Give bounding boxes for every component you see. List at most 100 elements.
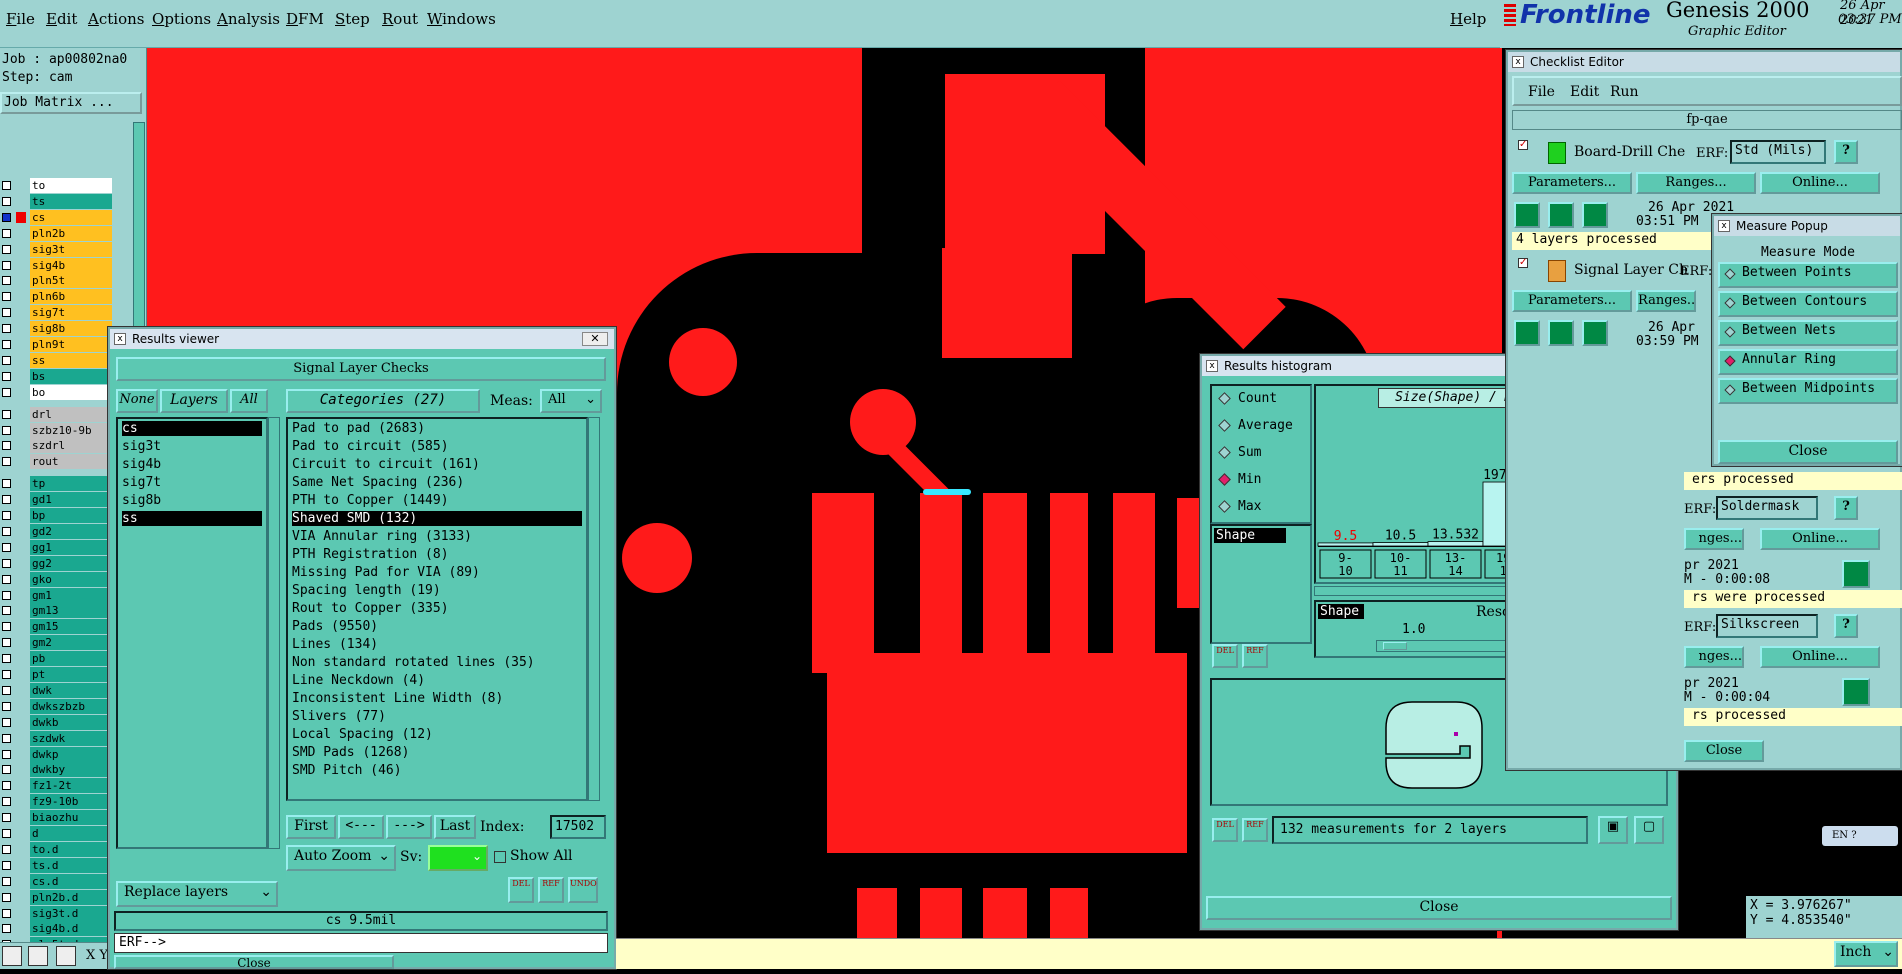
del-button[interactable]: DEL bbox=[1212, 644, 1238, 668]
replace-layers-dropdown[interactable]: Replace layers ⌄ bbox=[116, 881, 278, 907]
category-item[interactable]: Missing Pad for VIA (89) bbox=[292, 565, 582, 580]
close-icon[interactable]: ✕ bbox=[582, 332, 608, 346]
layer-checkbox[interactable] bbox=[2, 924, 11, 934]
zoom-icon[interactable] bbox=[1842, 678, 1870, 706]
checklist-menu-edit[interactable]: Edit bbox=[1570, 84, 1599, 100]
ref-button[interactable]: REF bbox=[1242, 818, 1268, 842]
layer-row[interactable]: ts bbox=[0, 193, 135, 209]
menu-edit[interactable]: Edit bbox=[46, 10, 77, 28]
layer-checkbox[interactable] bbox=[2, 425, 11, 435]
categories-button[interactable]: Categories (27) bbox=[286, 389, 480, 413]
layer-name[interactable]: cs bbox=[30, 209, 112, 225]
layer-name[interactable]: to bbox=[30, 178, 112, 193]
measure-close-button[interactable]: Close bbox=[1718, 440, 1898, 464]
online-button[interactable]: Online... bbox=[1760, 172, 1880, 194]
layer-list-item[interactable]: sig3t bbox=[122, 439, 262, 454]
layer-name[interactable]: sig3t.d bbox=[30, 905, 112, 921]
help-icon[interactable]: ? bbox=[1834, 140, 1858, 164]
layer-name[interactable]: fz9-10b bbox=[30, 794, 112, 810]
index-input[interactable]: 17502 bbox=[550, 815, 606, 839]
layer-name[interactable]: to.d bbox=[30, 841, 112, 857]
grid-tool-icon[interactable] bbox=[56, 946, 76, 966]
erf-value[interactable]: Std (Mils) bbox=[1730, 140, 1826, 164]
layer-checkbox[interactable] bbox=[2, 308, 11, 318]
layer-name[interactable]: tp bbox=[30, 476, 112, 492]
layer-name[interactable]: dwkb bbox=[30, 714, 112, 730]
layer-checkbox[interactable] bbox=[2, 654, 11, 664]
results-viewer-titlebar[interactable]: x Results viewer ✕ bbox=[110, 329, 614, 349]
layer-row[interactable]: pln2b bbox=[0, 225, 135, 241]
layer-checkbox[interactable] bbox=[2, 495, 11, 505]
all-button[interactable]: All bbox=[230, 389, 268, 413]
layer-checkbox[interactable] bbox=[2, 574, 11, 584]
layer-checkbox[interactable] bbox=[2, 371, 11, 381]
layer-name[interactable]: sig4b bbox=[30, 257, 112, 273]
layer-checkbox[interactable] bbox=[2, 409, 11, 419]
draw-tool-icon[interactable] bbox=[28, 946, 48, 966]
ranges-button[interactable]: nges... bbox=[1684, 528, 1744, 550]
checklist-menu-run[interactable]: Run bbox=[1610, 84, 1639, 100]
parameters-button[interactable]: Parameters... bbox=[1512, 172, 1632, 194]
zoom-out-icon[interactable]: ▢ bbox=[1634, 816, 1664, 844]
menu-analysis[interactable]: Analysis bbox=[217, 10, 280, 28]
layer-checkbox[interactable] bbox=[2, 441, 11, 451]
layer-name[interactable]: dwkby bbox=[30, 762, 112, 778]
layer-checkbox[interactable] bbox=[2, 558, 11, 568]
category-item[interactable]: Circuit to circuit (161) bbox=[292, 457, 582, 472]
layers-list[interactable]: cs sig3t sig4b sig7t sig8b ss bbox=[116, 417, 268, 849]
run-icon[interactable] bbox=[1548, 202, 1574, 228]
layer-checkbox[interactable] bbox=[2, 797, 11, 807]
layer-name[interactable]: bp bbox=[30, 508, 112, 523]
layer-checkbox[interactable] bbox=[2, 844, 11, 854]
checklist-close-button[interactable]: Close bbox=[1684, 740, 1764, 762]
layer-name[interactable]: ts.d bbox=[30, 857, 112, 873]
job-matrix-button[interactable]: Job Matrix ... bbox=[0, 92, 142, 114]
layer-name[interactable]: gg2 bbox=[30, 555, 112, 571]
measure-titlebar[interactable]: x Measure Popup bbox=[1714, 216, 1900, 236]
first-button[interactable]: First bbox=[286, 815, 336, 839]
layer-name[interactable]: ss bbox=[30, 352, 112, 368]
category-item[interactable]: Pads (9550) bbox=[292, 619, 582, 634]
ranges-button[interactable]: Ranges... bbox=[1636, 290, 1696, 312]
measure-mode-item[interactable]: Between Nets bbox=[1718, 320, 1898, 346]
menu-actions[interactable]: Actions bbox=[88, 10, 144, 28]
layer-name[interactable]: szdrl bbox=[30, 438, 112, 454]
layer-checkbox[interactable] bbox=[2, 244, 11, 254]
layer-row[interactable]: sig3t bbox=[0, 241, 135, 257]
measure-mode-item[interactable]: Between Points bbox=[1718, 262, 1898, 288]
checklist-titlebar[interactable]: x Checklist Editor bbox=[1508, 52, 1900, 72]
layer-checkbox[interactable] bbox=[2, 511, 11, 520]
meas-dropdown[interactable]: All ⌄ bbox=[540, 389, 602, 413]
menu-step[interactable]: Step bbox=[335, 10, 370, 28]
mode-radio-count[interactable]: Count bbox=[1216, 390, 1310, 410]
mode-radio-min[interactable]: Min bbox=[1216, 471, 1310, 491]
none-button[interactable]: None bbox=[116, 389, 158, 413]
layer-row[interactable]: pln5t bbox=[0, 273, 135, 289]
layer-checkbox[interactable] bbox=[2, 196, 11, 206]
measure-mode-item[interactable]: Between Contours bbox=[1718, 291, 1898, 317]
run-icon[interactable] bbox=[1514, 320, 1540, 346]
layer-name[interactable]: sig7t bbox=[30, 305, 112, 321]
layer-name[interactable]: gm15 bbox=[30, 619, 112, 635]
layer-name[interactable]: gd1 bbox=[30, 492, 112, 508]
layer-checkbox[interactable] bbox=[2, 876, 11, 886]
erf-input[interactable]: ERF--> bbox=[114, 933, 608, 953]
layer-checkbox[interactable] bbox=[2, 260, 11, 270]
categories-scrollbar[interactable] bbox=[588, 417, 600, 801]
layer-name[interactable]: gg1 bbox=[30, 539, 112, 555]
ranges-button[interactable]: Ranges... bbox=[1636, 172, 1756, 194]
sv-color-dropdown[interactable]: ⌄ bbox=[428, 845, 488, 871]
layer-checkbox[interactable] bbox=[2, 212, 11, 222]
check-enable-checkbox[interactable]: ✓ bbox=[1518, 258, 1528, 268]
layer-checkbox[interactable] bbox=[2, 622, 11, 632]
layer-list-item[interactable]: sig7t bbox=[122, 475, 262, 490]
category-item[interactable]: Shaved SMD (132) bbox=[292, 511, 582, 526]
run-icon[interactable] bbox=[1514, 202, 1540, 228]
layer-name[interactable]: dwkp bbox=[30, 746, 112, 762]
menu-help[interactable]: Help bbox=[1450, 10, 1486, 28]
run-icon[interactable] bbox=[1582, 320, 1608, 346]
layers-scrollbar[interactable] bbox=[268, 417, 280, 849]
layer-checkbox[interactable] bbox=[2, 542, 11, 552]
close-button[interactable]: Close bbox=[1206, 896, 1672, 920]
layer-checkbox[interactable] bbox=[2, 733, 11, 743]
